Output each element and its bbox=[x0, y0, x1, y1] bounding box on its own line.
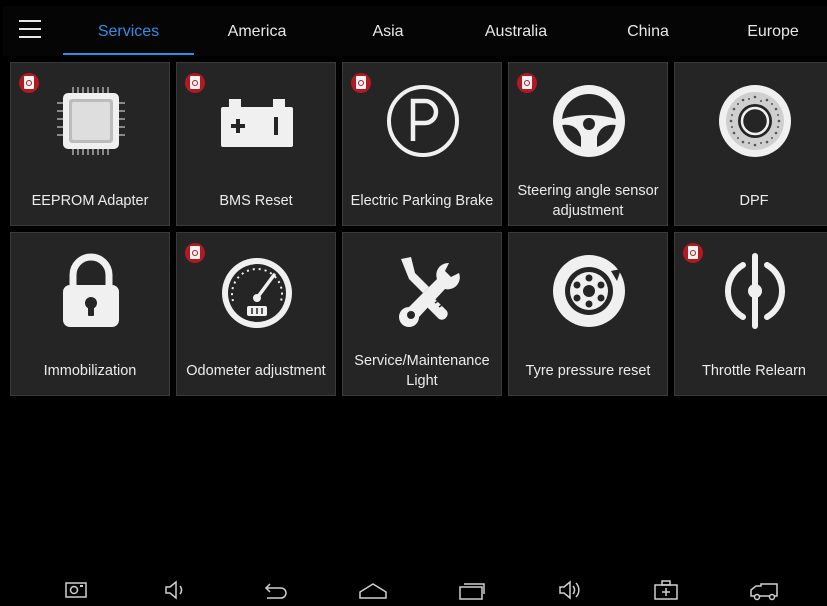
wrench-screwdriver-icon bbox=[399, 257, 460, 327]
screenshot-icon[interactable] bbox=[59, 574, 93, 606]
volume-down-icon[interactable] bbox=[158, 574, 192, 606]
tile-label: EEPROM Adapter bbox=[31, 193, 149, 209]
tile-label: Electric Parking Brake bbox=[350, 193, 494, 209]
pdf-icon[interactable] bbox=[683, 243, 703, 263]
tile-steering-angle-sensor[interactable]: Steering angle sensor adjustment bbox=[508, 62, 668, 226]
odometer-icon bbox=[222, 258, 292, 328]
vci-truck-icon[interactable] bbox=[747, 574, 781, 606]
tab-australia[interactable]: Australia bbox=[466, 6, 566, 56]
tile-electric-parking-brake[interactable]: Electric Parking Brake bbox=[342, 62, 502, 226]
top-bar: Services America Asia Australia China Eu… bbox=[3, 6, 827, 56]
tile-tyre-pressure-reset[interactable]: Tyre pressure reset bbox=[508, 232, 668, 396]
tile-odometer-adjustment[interactable]: Odometer adjustment bbox=[176, 232, 336, 396]
tile-immobilization[interactable]: Immobilization bbox=[10, 232, 170, 396]
recent-apps-icon[interactable] bbox=[455, 574, 489, 606]
tile-label: Steering angle sensor adjustment bbox=[517, 183, 659, 219]
tab-china[interactable]: China bbox=[608, 6, 688, 56]
tab-europe[interactable]: Europe bbox=[732, 6, 814, 56]
tile-throttle-relearn[interactable]: Throttle Relearn bbox=[674, 232, 827, 396]
tyre-icon bbox=[553, 255, 625, 327]
system-nav-bar bbox=[3, 574, 827, 606]
tab-america[interactable]: America bbox=[203, 6, 311, 56]
active-tab-indicator bbox=[63, 53, 194, 55]
tile-label: Throttle Relearn bbox=[702, 363, 806, 379]
tile-label: DPF bbox=[739, 193, 769, 209]
steering-wheel-icon bbox=[553, 85, 625, 157]
tab-asia[interactable]: Asia bbox=[348, 6, 428, 56]
toolbox-icon[interactable] bbox=[649, 574, 683, 606]
pdf-icon[interactable] bbox=[517, 73, 537, 93]
tab-services[interactable]: Services bbox=[63, 6, 194, 56]
pdf-icon[interactable] bbox=[351, 73, 371, 93]
app-frame: Services America Asia Australia China Eu… bbox=[3, 6, 827, 606]
pdf-icon[interactable] bbox=[185, 243, 205, 263]
volume-up-icon[interactable] bbox=[554, 574, 588, 606]
tile-service-maintenance-light[interactable]: Service/Maintenance Light bbox=[342, 232, 502, 396]
tile-label: Odometer adjustment bbox=[186, 363, 326, 379]
chip-icon bbox=[57, 87, 125, 155]
home-icon[interactable] bbox=[356, 574, 390, 606]
throttle-icon bbox=[724, 253, 786, 329]
dpf-filter-icon bbox=[719, 85, 791, 157]
tile-label: Tyre pressure reset bbox=[525, 363, 651, 379]
padlock-icon bbox=[63, 253, 119, 327]
parking-brake-icon bbox=[387, 85, 459, 157]
tile-eeprom-adapter[interactable]: EEPROM Adapter bbox=[10, 62, 170, 226]
pdf-icon[interactable] bbox=[19, 73, 39, 93]
tile-label: BMS Reset bbox=[219, 193, 293, 209]
battery-icon bbox=[221, 99, 293, 147]
tile-dpf[interactable]: DPF bbox=[674, 62, 827, 226]
tile-label: Immobilization bbox=[43, 363, 137, 379]
hamburger-menu-icon[interactable] bbox=[19, 18, 55, 44]
tile-label: Service/Maintenance Light bbox=[354, 353, 490, 389]
tile-bms-reset[interactable]: BMS Reset bbox=[176, 62, 336, 226]
back-icon[interactable] bbox=[257, 574, 291, 606]
pdf-icon[interactable] bbox=[185, 73, 205, 93]
